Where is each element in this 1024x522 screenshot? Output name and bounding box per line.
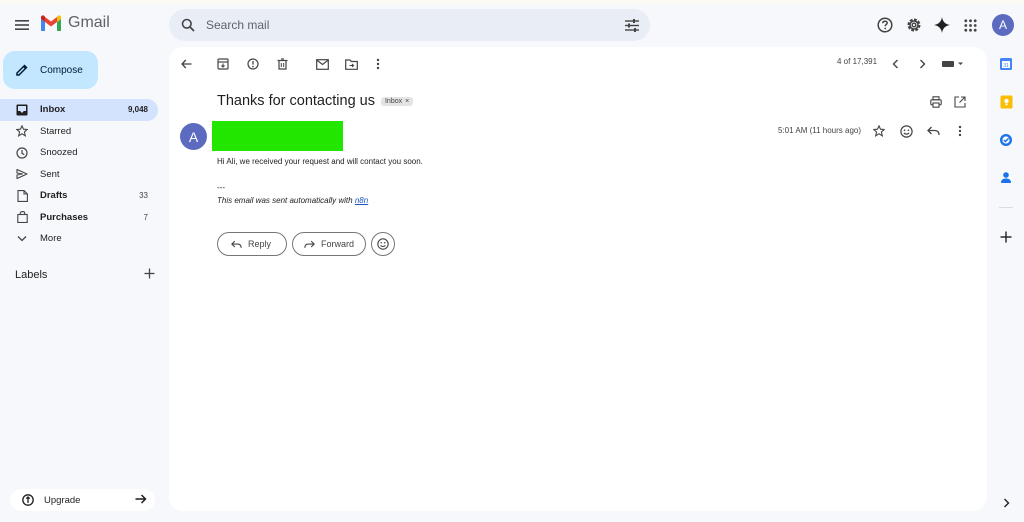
- archive-icon[interactable]: [214, 55, 232, 73]
- sidebar-item-label: Sent: [40, 168, 60, 180]
- gmail-m-icon: [41, 14, 61, 31]
- gemini-sparkle-icon[interactable]: [932, 15, 952, 35]
- more-vert-icon[interactable]: [369, 55, 387, 73]
- upgrade-label: Upgrade: [44, 494, 81, 506]
- gear-icon[interactable]: [904, 15, 924, 35]
- search-options-icon[interactable]: [624, 17, 640, 33]
- signature-separator: ---: [217, 183, 225, 192]
- arrow-right-icon: [135, 493, 147, 507]
- move-to-icon[interactable]: [342, 55, 360, 73]
- reply-icon[interactable]: [925, 123, 941, 139]
- add-addon-icon[interactable]: [998, 229, 1014, 245]
- emoji-react-button[interactable]: [371, 232, 395, 256]
- more-vert-icon[interactable]: [952, 123, 968, 139]
- search-icon[interactable]: [180, 17, 196, 33]
- chevron-right-icon[interactable]: [913, 55, 931, 73]
- search-bar[interactable]: Search mail: [169, 9, 650, 41]
- sidebar-item-starred[interactable]: Starred: [0, 121, 158, 143]
- reply-icon: [231, 240, 242, 249]
- inbox-icon: [15, 103, 29, 117]
- apps-grid-icon[interactable]: [960, 15, 980, 35]
- sidebar-item-label: Inbox: [40, 104, 66, 116]
- sidebar-item-sent[interactable]: Sent: [0, 164, 158, 186]
- forward-button[interactable]: Forward: [292, 232, 366, 256]
- reply-label: Reply: [248, 239, 272, 249]
- compose-label: Compose: [40, 64, 83, 76]
- chevron-down-icon: [15, 232, 29, 246]
- subject-text: Thanks for contacting us: [217, 93, 375, 109]
- message-timestamp: 5:01 AM (11 hours ago): [778, 126, 862, 135]
- labels-section: Labels: [15, 268, 155, 282]
- trash-icon[interactable]: [273, 55, 291, 73]
- open-in-new-window-icon[interactable]: [951, 93, 969, 111]
- help-icon[interactable]: [875, 15, 895, 35]
- star-icon[interactable]: [871, 123, 887, 139]
- app-name: Gmail: [68, 14, 110, 31]
- draft-icon: [15, 189, 29, 203]
- pencil-icon: [15, 62, 31, 78]
- inbox-label-badge: Inbox ×: [380, 96, 414, 106]
- upgrade-icon: [21, 494, 34, 507]
- app-header: Gmail Search mail A: [0, 4, 1024, 46]
- sidebar-item-drafts[interactable]: Drafts 33: [0, 185, 158, 207]
- calendar-icon[interactable]: 31: [998, 56, 1014, 72]
- forward-icon: [304, 240, 315, 249]
- compose-button[interactable]: Compose: [3, 51, 98, 89]
- remove-label-icon[interactable]: ×: [405, 98, 409, 105]
- sidebar-item-label: Snoozed: [40, 147, 78, 159]
- tasks-icon[interactable]: [998, 132, 1014, 148]
- badge-label: Inbox: [384, 97, 403, 105]
- main-menu-button[interactable]: [11, 14, 33, 36]
- sidebar-nav: Inbox 9,048 Starred Snoozed Sent Drafts …: [0, 99, 160, 250]
- add-label-icon[interactable]: [144, 268, 155, 282]
- svg-text:31: 31: [1003, 63, 1009, 69]
- item-count: 7: [143, 212, 148, 222]
- unread-count: 9,048: [127, 105, 148, 115]
- pagination-count: 4 of 17,391: [837, 57, 878, 66]
- item-count: 33: [139, 191, 148, 201]
- star-icon: [15, 124, 29, 138]
- keep-icon[interactable]: [998, 94, 1014, 110]
- sidebar-item-purchases[interactable]: Purchases 7: [0, 207, 158, 229]
- sidebar-item-label: Drafts: [40, 190, 68, 202]
- smiley-icon: [377, 238, 389, 250]
- email-signature: This email was sent automatically with n…: [217, 196, 368, 205]
- print-icon[interactable]: [927, 93, 945, 111]
- clock-icon: [15, 146, 29, 160]
- send-icon: [15, 167, 29, 181]
- message-view: 4 of 17,391 Thanks for contacting us Inb…: [169, 47, 987, 511]
- upgrade-button[interactable]: Upgrade: [10, 489, 155, 511]
- signature-text: This email was sent automatically with: [217, 196, 355, 205]
- sidebar-item-label: More: [40, 233, 62, 245]
- sidebar-item-label: Starred: [40, 125, 72, 137]
- search-input[interactable]: Search mail: [206, 18, 624, 32]
- forward-label: Forward: [321, 239, 355, 249]
- gmail-logo[interactable]: Gmail: [40, 14, 110, 32]
- report-spam-icon[interactable]: [244, 55, 262, 73]
- emoji-reaction-icon[interactable]: [898, 123, 914, 139]
- chevron-left-icon[interactable]: [886, 55, 904, 73]
- sender-name-redacted: [212, 121, 343, 151]
- account-avatar[interactable]: A: [992, 14, 1014, 36]
- side-panel-divider: [999, 207, 1013, 208]
- sender-avatar[interactable]: A: [180, 123, 207, 150]
- labels-title: Labels: [15, 269, 48, 281]
- mark-unread-icon[interactable]: [313, 55, 331, 73]
- chevron-right-icon[interactable]: [998, 495, 1014, 511]
- n8n-link[interactable]: n8n: [355, 196, 368, 205]
- email-body: Hi Ali, we received your request and wil…: [217, 157, 423, 166]
- reply-button[interactable]: Reply: [217, 232, 287, 256]
- sidebar-item-snoozed[interactable]: Snoozed: [0, 142, 158, 164]
- bag-icon: [15, 210, 29, 224]
- hamburger-icon: [15, 20, 29, 30]
- email-subject: Thanks for contacting us Inbox ×: [217, 93, 414, 109]
- sidebar-item-inbox[interactable]: Inbox 9,048: [0, 99, 158, 121]
- contacts-icon[interactable]: [998, 169, 1014, 185]
- keyboard-input-icon[interactable]: [941, 55, 965, 73]
- back-arrow-icon[interactable]: [177, 55, 195, 73]
- sidebar-item-more[interactable]: More: [0, 228, 158, 250]
- sidebar-item-label: Purchases: [40, 211, 89, 223]
